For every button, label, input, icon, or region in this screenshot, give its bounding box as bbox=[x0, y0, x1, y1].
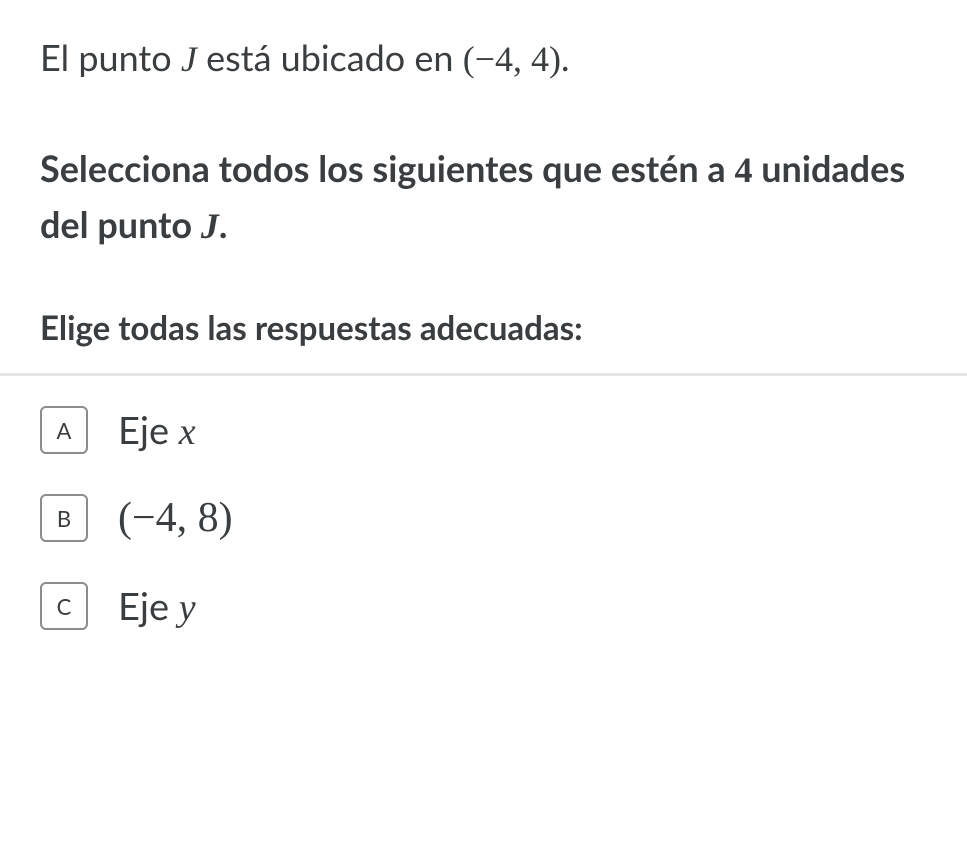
math-variable: J bbox=[181, 39, 197, 79]
text-segment: Eje bbox=[118, 407, 179, 453]
math-variable: y bbox=[179, 587, 196, 629]
text-segment: Selecciona todos los siguientes que esté… bbox=[40, 146, 734, 190]
text-segment: está ubicado en bbox=[197, 35, 463, 79]
choice-b[interactable]: B (−4, 8) bbox=[40, 494, 927, 542]
choice-letter-box: B bbox=[40, 494, 88, 542]
text-segment: El punto bbox=[40, 35, 181, 79]
choice-c[interactable]: C Eje y bbox=[40, 582, 927, 630]
choice-a[interactable]: A Eje x bbox=[40, 406, 927, 454]
choice-letter-box: A bbox=[40, 406, 88, 454]
choice-b-text: (−4, 8) bbox=[118, 494, 233, 542]
text-segment: . bbox=[219, 202, 228, 246]
question-line-2: Selecciona todos los siguientes que esté… bbox=[40, 141, 927, 253]
math-variable: x bbox=[179, 411, 196, 453]
choice-letter-box: C bbox=[40, 582, 88, 630]
choices-container: A Eje x B (−4, 8) C Eje y bbox=[40, 406, 927, 630]
text-segment: Eje bbox=[118, 583, 179, 629]
math-coordinate: (−4, 4) bbox=[463, 39, 561, 79]
math-variable: J bbox=[201, 206, 219, 246]
choice-a-text: Eje x bbox=[118, 407, 196, 454]
question-line-1: El punto J está ubicado en (−4, 4). bbox=[40, 30, 927, 86]
math-number: 4 bbox=[734, 150, 752, 190]
text-segment: . bbox=[561, 35, 570, 79]
instruction-text: Elige todas las respuestas adecuadas: bbox=[40, 308, 927, 348]
math-coordinate: (−4, 8) bbox=[118, 495, 233, 541]
choice-c-text: Eje y bbox=[118, 583, 196, 630]
divider bbox=[0, 373, 967, 376]
